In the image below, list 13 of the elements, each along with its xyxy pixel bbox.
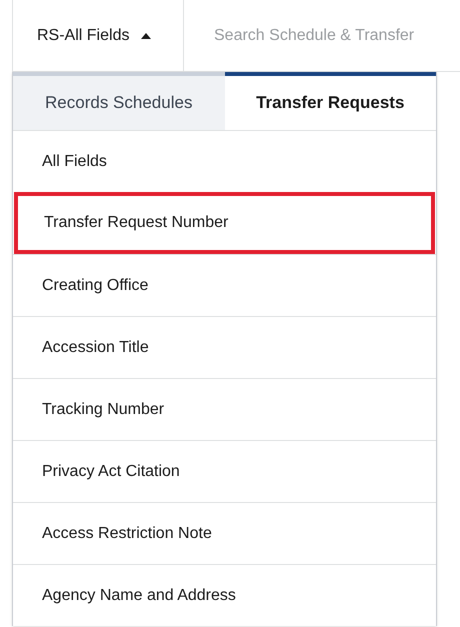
tab[interactable]: Transfer Requests [224, 72, 436, 130]
search-field[interactable]: Search Schedule & Transfer [184, 0, 460, 71]
menu-item[interactable]: Creating Office [13, 254, 436, 316]
menu-item[interactable]: Tracking Number [13, 378, 436, 440]
caret-up-icon [141, 32, 152, 38]
menu-item[interactable]: Transfer Request Number [14, 192, 435, 254]
field-selector-button[interactable]: RS-All Fields [13, 0, 184, 71]
menu-item[interactable]: Privacy Act Citation [13, 440, 436, 502]
menu-item[interactable]: Accession Title [13, 316, 436, 378]
menu-item[interactable]: Access Restriction Note [13, 502, 436, 564]
menu-item[interactable]: All Fields [13, 130, 436, 192]
tab[interactable]: Records Schedules [13, 72, 224, 130]
menu-item[interactable]: Agency Name and Address [13, 564, 436, 626]
